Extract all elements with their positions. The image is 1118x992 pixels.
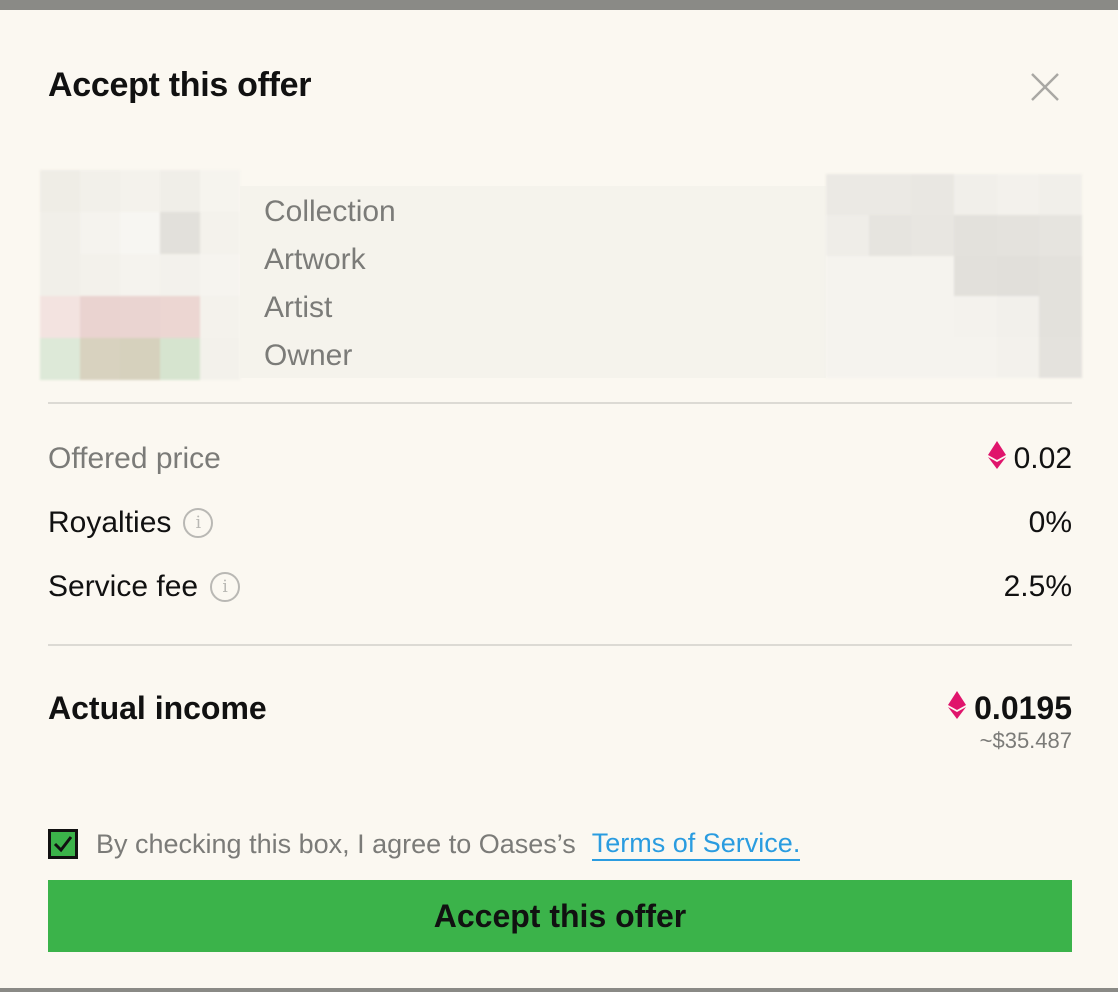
info-icon[interactable]: i: [210, 572, 241, 602]
terms-checkbox[interactable]: [48, 829, 78, 859]
accept-offer-dialog: Accept this offer Collection Artwork Art…: [0, 10, 1118, 990]
royalties-value: 0%: [1028, 506, 1072, 539]
actual-income-usd: ~$35.487: [979, 728, 1072, 753]
offered-price-row: Offered price 0.02: [48, 437, 1072, 481]
close-icon[interactable]: [1026, 68, 1064, 106]
dialog-title: Accept this offer: [48, 66, 312, 104]
service-fee-value: 2.5%: [1003, 570, 1072, 603]
royalties-label: Royalties: [48, 506, 172, 539]
actual-income-label: Actual income: [48, 690, 267, 726]
dialog-bottom-border: [0, 988, 1118, 990]
ethereum-icon: [948, 690, 967, 727]
royalties-label-group: Royalties i: [48, 506, 214, 540]
offered-price-value: 0.02: [1013, 442, 1072, 475]
divider: [48, 402, 1072, 404]
service-fee-label: Service fee: [48, 570, 199, 603]
ethereum-icon: [987, 441, 1006, 477]
info-icon[interactable]: i: [183, 508, 214, 538]
owner-label: Owner: [264, 339, 353, 372]
artwork-label: Artwork: [264, 243, 366, 276]
terms-agreement: By checking this box, I agree to Oases’s…: [48, 822, 801, 866]
artwork-info: Collection Artwork Artist Owner: [264, 190, 396, 382]
royalties-row: Royalties i 0%: [48, 501, 1072, 545]
service-fee-label-group: Service fee i: [48, 570, 241, 604]
artwork-thumbnail: [40, 170, 240, 380]
offered-price-label: Offered price: [48, 442, 221, 475]
agreement-text: By checking this box, I agree to Oases’s: [96, 828, 576, 859]
collection-label: Collection: [264, 195, 396, 228]
artist-label: Artist: [264, 291, 333, 324]
accept-offer-button[interactable]: Accept this offer: [48, 880, 1072, 952]
terms-of-service-link[interactable]: Terms of Service.: [591, 827, 801, 861]
service-fee-row: Service fee i 2.5%: [48, 565, 1072, 609]
divider: [48, 644, 1072, 646]
offered-price-value-group: 0.02: [987, 441, 1072, 477]
artwork-preview-redacted: [826, 174, 1082, 378]
actual-income-value-group: 0.0195: [948, 690, 1072, 727]
checkmark-icon: [53, 836, 73, 853]
actual-income-value: 0.0195: [974, 690, 1072, 726]
